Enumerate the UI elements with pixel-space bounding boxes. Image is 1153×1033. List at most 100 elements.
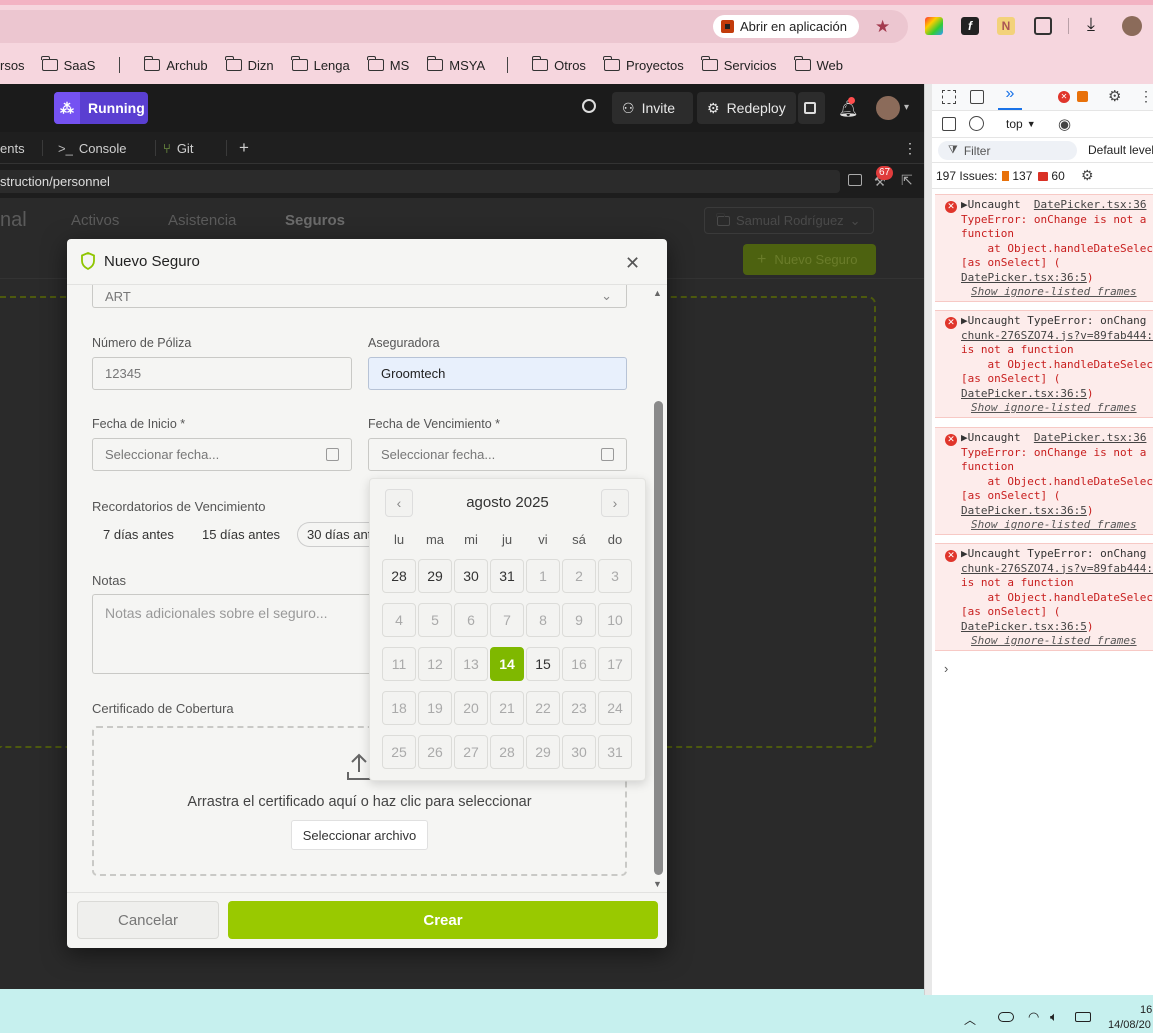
calendar-day[interactable]: 1 bbox=[526, 559, 560, 593]
calendar-day[interactable]: 29 bbox=[526, 735, 560, 769]
issues-settings-icon[interactable]: ⚙ bbox=[1081, 167, 1094, 184]
calendar-day[interactable]: 31 bbox=[598, 735, 632, 769]
next-month-button[interactable]: › bbox=[601, 489, 629, 517]
bookmark-folder-dizn[interactable]: Dizn bbox=[224, 46, 274, 84]
calendar-day[interactable]: 5 bbox=[418, 603, 452, 637]
new-insurance-button[interactable]: + Nuevo Seguro bbox=[743, 244, 876, 275]
extensions-puzzle-icon[interactable] bbox=[1034, 17, 1052, 35]
redeploy-options-button[interactable] bbox=[798, 92, 825, 124]
calendar-day[interactable]: 21 bbox=[490, 691, 524, 725]
error-source-link[interactable]: DatePicker.tsx:36 bbox=[1034, 198, 1147, 211]
redeploy-button[interactable]: ⚙ Redeploy bbox=[697, 92, 796, 124]
chevron-down-icon[interactable]: ▾ bbox=[904, 102, 909, 113]
running-status-button[interactable]: ⁂ Running bbox=[54, 92, 148, 124]
extension-color-icon[interactable] bbox=[925, 17, 943, 35]
calendar-day[interactable]: 4 bbox=[382, 603, 416, 637]
calendar-day[interactable]: 30 bbox=[454, 559, 488, 593]
calendar-day[interactable]: 9 bbox=[562, 603, 596, 637]
cloud-icon[interactable] bbox=[998, 1012, 1014, 1022]
select-file-button[interactable]: Seleccionar archivo bbox=[291, 820, 428, 850]
insurance-type-select[interactable]: ART ⌄ bbox=[92, 285, 627, 308]
bookmark-folder-otros[interactable]: Otros bbox=[531, 46, 586, 84]
search-icon[interactable] bbox=[582, 99, 596, 113]
clock-time[interactable]: 16 bbox=[1140, 1004, 1152, 1016]
extension-note-icon[interactable]: N bbox=[997, 17, 1015, 35]
calendar-day[interactable]: 2 bbox=[562, 559, 596, 593]
show-ignore-listed-frames-link[interactable]: Show ignore-listed frames bbox=[961, 401, 1153, 416]
bookmark-folder-lenga[interactable]: Lenga bbox=[290, 46, 350, 84]
notes-textarea[interactable]: Notas adicionales sobre el seguro... bbox=[92, 594, 372, 674]
calendar-day[interactable]: 8 bbox=[526, 603, 560, 637]
page-tab-seguros[interactable]: Seguros bbox=[285, 212, 345, 229]
tab-deployments[interactable]: ents bbox=[0, 132, 25, 164]
calendar-day[interactable]: 26 bbox=[418, 735, 452, 769]
user-avatar[interactable] bbox=[876, 96, 900, 120]
error-stack-link[interactable]: DatePicker.tsx:36:5 bbox=[961, 387, 1087, 400]
show-ignore-listed-frames-link[interactable]: Show ignore-listed frames bbox=[961, 634, 1153, 649]
inspect-element-icon[interactable] bbox=[942, 90, 956, 104]
log-levels-select[interactable]: Default level bbox=[1088, 143, 1153, 157]
bookmark-folder-proyectos[interactable]: Proyectos bbox=[603, 46, 684, 84]
devices-icon[interactable] bbox=[848, 174, 862, 186]
bookmark-folder-web[interactable]: Web bbox=[793, 46, 843, 84]
settings-gear-icon[interactable]: ⚙ bbox=[1108, 87, 1121, 105]
bookmark-folder-ms[interactable]: MS bbox=[367, 46, 409, 84]
error-stack-link[interactable]: DatePicker.tsx:36:5 bbox=[961, 504, 1087, 517]
speaker-icon[interactable]: 🔈︎ bbox=[1050, 1009, 1058, 1025]
profile-avatar[interactable] bbox=[1122, 16, 1142, 36]
calendar-day[interactable]: 31 bbox=[490, 559, 524, 593]
add-tab-button[interactable]: + bbox=[239, 132, 249, 164]
bookmark-folder-archub[interactable]: Archub bbox=[143, 46, 208, 84]
calendar-day[interactable]: 3 bbox=[598, 559, 632, 593]
error-count-icon[interactable]: ✕ bbox=[1058, 91, 1070, 103]
extension-fx-icon[interactable]: f bbox=[961, 17, 979, 35]
reminder-15-days[interactable]: 15 días antes bbox=[202, 522, 280, 547]
page-tab-activos[interactable]: Activos bbox=[71, 212, 119, 229]
wifi-icon[interactable]: ◠ bbox=[1028, 1009, 1039, 1025]
calendar-day[interactable]: 24 bbox=[598, 691, 632, 725]
more-options-icon[interactable]: ⋮ bbox=[903, 132, 917, 164]
calendar-day[interactable]: 28 bbox=[382, 559, 416, 593]
calendar-day[interactable]: 20 bbox=[454, 691, 488, 725]
calendar-day[interactable]: 16 bbox=[562, 647, 596, 681]
context-select[interactable]: top ▼ bbox=[1002, 115, 1044, 133]
scroll-down-arrow[interactable]: ▼ bbox=[653, 879, 662, 889]
calendar-day[interactable]: 7 bbox=[490, 603, 524, 637]
insurer-field[interactable]: Groomtech bbox=[368, 357, 627, 390]
reminder-30-days[interactable]: 30 días ant bbox=[297, 522, 377, 547]
calendar-day[interactable]: 12 bbox=[418, 647, 452, 681]
show-ignore-listed-frames-link[interactable]: Show ignore-listed frames bbox=[961, 285, 1153, 300]
device-toolbar-icon[interactable] bbox=[970, 90, 984, 104]
calendar-day[interactable]: 23 bbox=[562, 691, 596, 725]
console-error-message[interactable]: ✕ ▶Uncaught DatePicker.tsx:36 TypeError: … bbox=[935, 427, 1153, 535]
calendar-day[interactable]: 30 bbox=[562, 735, 596, 769]
cancel-button[interactable]: Cancelar bbox=[77, 901, 219, 939]
console-error-message[interactable]: ✕ ▶Uncaught TypeError: onChang chunk-276S… bbox=[935, 310, 1153, 418]
calendar-day[interactable]: 13 bbox=[454, 647, 488, 681]
invite-button[interactable]: ⚇ Invite bbox=[612, 92, 693, 124]
more-tabs-icon[interactable]: » bbox=[998, 85, 1022, 110]
calendar-day[interactable]: 18 bbox=[382, 691, 416, 725]
calendar-day[interactable]: 11 bbox=[382, 647, 416, 681]
battery-icon[interactable] bbox=[1075, 1012, 1091, 1022]
scroll-up-arrow[interactable]: ▲ bbox=[653, 288, 662, 298]
user-select[interactable]: Samual Rodríguez ⌄ bbox=[704, 207, 874, 234]
clock-date[interactable]: 14/08/20 bbox=[1108, 1019, 1151, 1031]
scrollbar-thumb[interactable] bbox=[654, 401, 663, 875]
bookmark-item[interactable]: rsos bbox=[0, 46, 25, 84]
calendar-day[interactable]: 29 bbox=[418, 559, 452, 593]
policy-number-field[interactable]: 12345 bbox=[92, 357, 352, 390]
bookmark-folder-msya[interactable]: MSYA bbox=[426, 46, 485, 84]
reminder-7-days[interactable]: 7 días antes bbox=[103, 522, 174, 547]
error-stack-link[interactable]: DatePicker.tsx:36:5 bbox=[961, 620, 1087, 633]
show-ignore-listed-frames-link[interactable]: Show ignore-listed frames bbox=[961, 518, 1153, 533]
console-error-message[interactable]: ✕ ▶Uncaught TypeError: onChang chunk-276S… bbox=[935, 543, 1153, 651]
error-source-link[interactable]: DatePicker.tsx:36 bbox=[1034, 431, 1147, 444]
console-prompt-icon[interactable]: › bbox=[944, 661, 948, 676]
issues-summary[interactable]: 197 Issues: 137 60 bbox=[936, 169, 1065, 183]
tab-console[interactable]: >_ Console bbox=[58, 132, 127, 164]
calendar-day[interactable]: 19 bbox=[418, 691, 452, 725]
close-icon[interactable]: ✕ bbox=[625, 253, 640, 274]
bookmark-folder-servicios[interactable]: Servicios bbox=[701, 46, 777, 84]
warning-count-icon[interactable] bbox=[1077, 91, 1088, 102]
